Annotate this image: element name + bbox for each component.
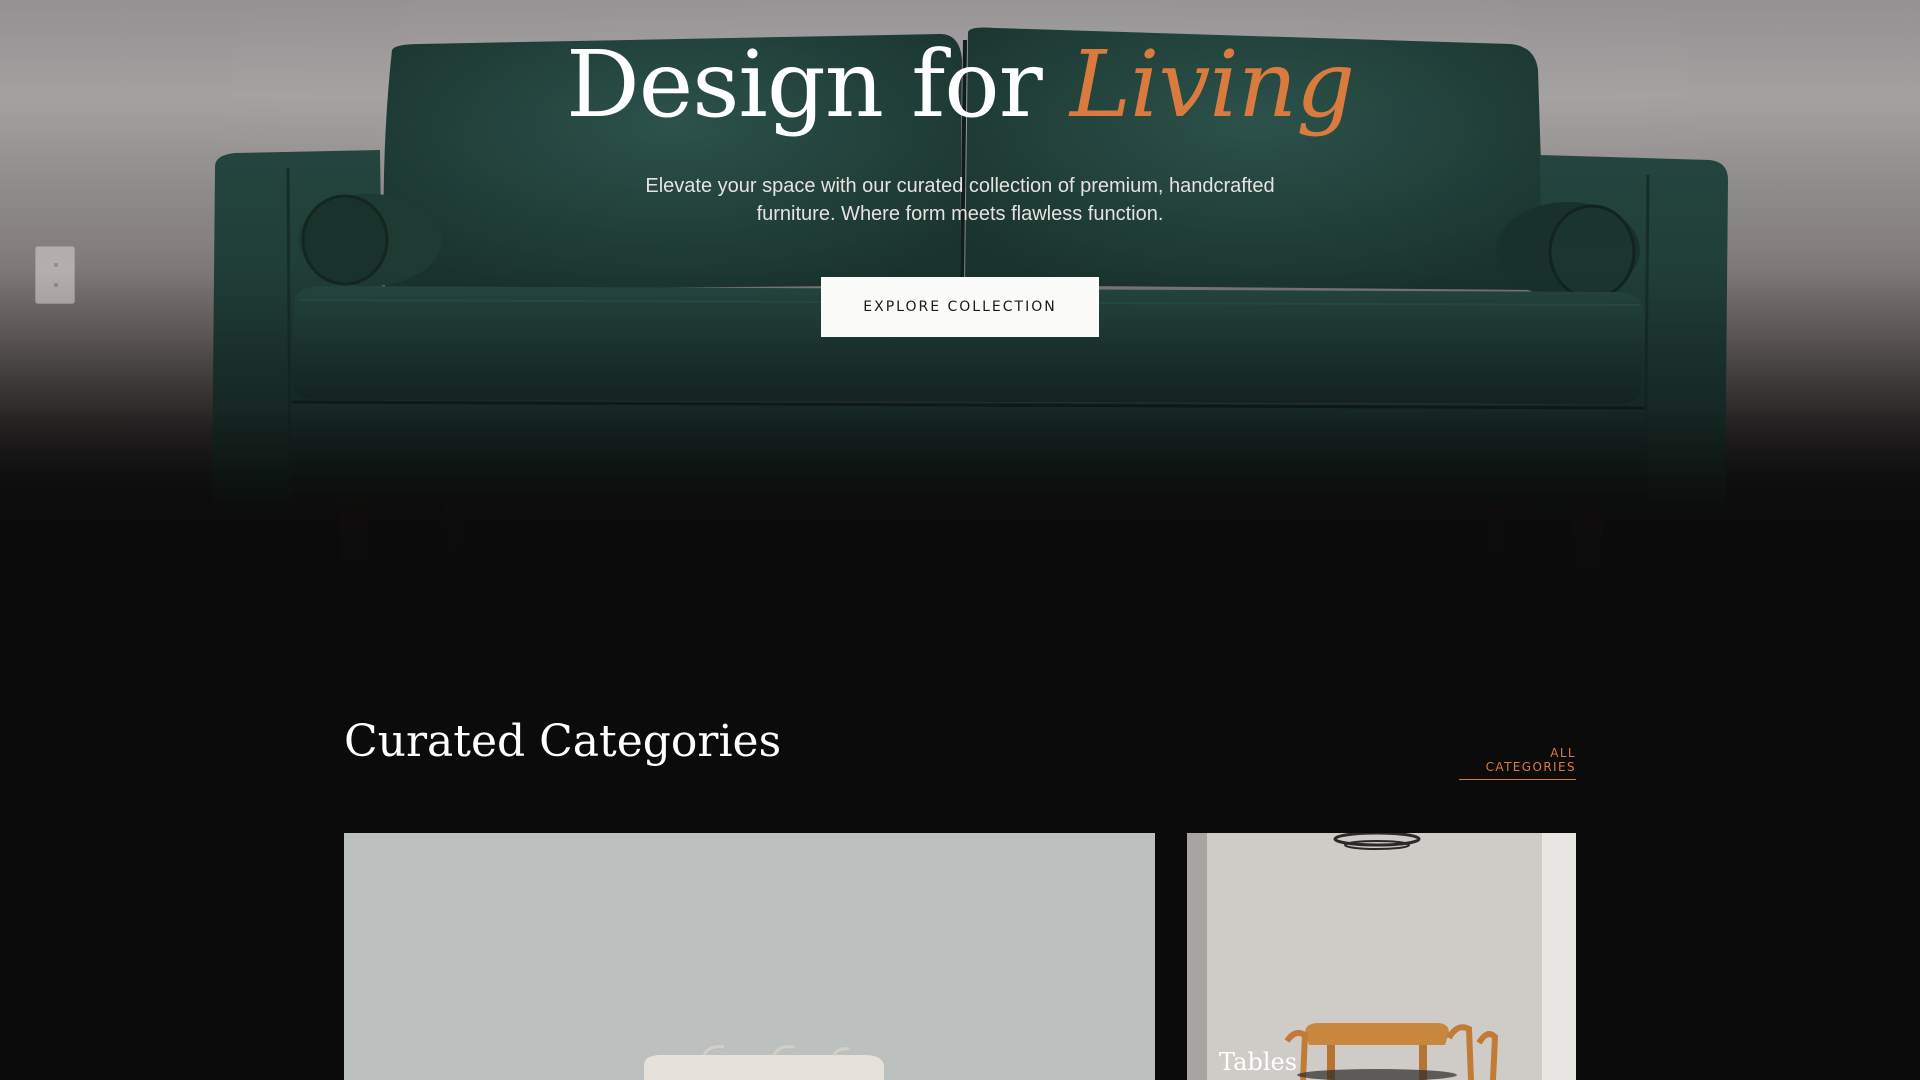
landing-page: Design for Living Elevate your space wit… [0, 0, 1920, 1080]
hero-title: Design for Living [0, 30, 1920, 140]
all-categories-link[interactable]: ALL CATEGORIES [1459, 746, 1576, 780]
hero-subtitle: Elevate your space with our curated coll… [645, 175, 1275, 225]
tables-category-image [1187, 833, 1576, 1080]
explore-collection-button[interactable]: EXPLORE COLLECTION [821, 277, 1099, 337]
sofa-category-image [344, 833, 1155, 1080]
category-card-sofas[interactable] [344, 833, 1155, 1080]
category-label-tables: Tables [1219, 1048, 1298, 1076]
category-card-tables[interactable]: Tables [1187, 833, 1576, 1080]
hero-section: Design for Living Elevate your space wit… [0, 0, 1920, 600]
hero-title-main: Design for [566, 31, 1070, 138]
categories-heading: Curated Categories [344, 716, 782, 767]
hero-title-accent: Living [1069, 31, 1355, 138]
